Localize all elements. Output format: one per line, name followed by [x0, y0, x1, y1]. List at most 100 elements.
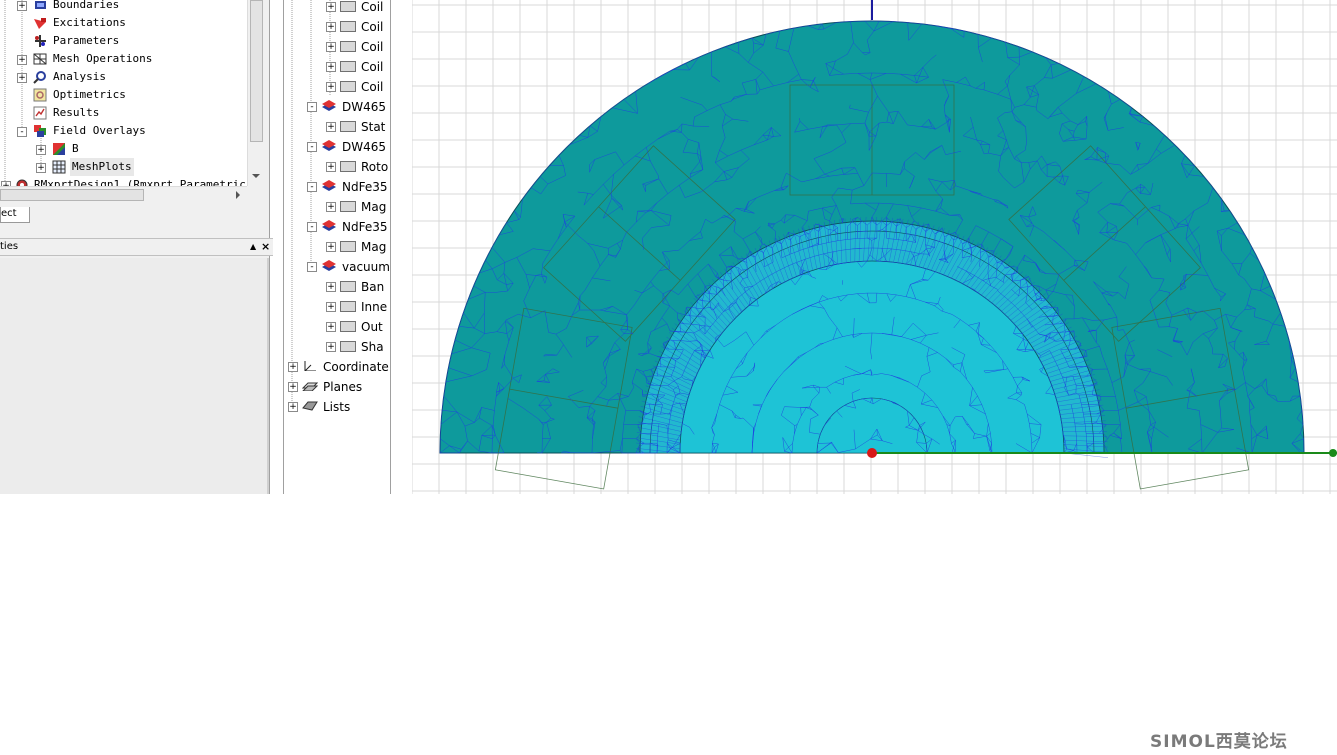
- model-tree-item[interactable]: + Coil: [284, 17, 390, 37]
- model-tree-item[interactable]: + Roto: [284, 157, 390, 177]
- tree-item-mesh-operations[interactable]: + Mesh Operations: [0, 50, 247, 68]
- expand-toggle[interactable]: +: [326, 162, 336, 172]
- expand-toggle[interactable]: +: [326, 302, 336, 312]
- model-tree-item[interactable]: + Coil: [284, 77, 390, 97]
- object-icon: [340, 1, 356, 12]
- object-icon: [340, 241, 356, 252]
- model-tree-label: Coil: [361, 20, 384, 34]
- scroll-right-icon[interactable]: [230, 187, 246, 203]
- model-tree-item[interactable]: + Ban: [284, 277, 390, 297]
- material-icon: [322, 180, 336, 191]
- object-icon: [340, 321, 356, 332]
- expand-toggle[interactable]: +: [326, 82, 336, 92]
- model-tree-label: Coil: [361, 60, 384, 74]
- collapse-toggle[interactable]: -: [307, 182, 317, 192]
- model-tree-label: DW465: [342, 140, 387, 154]
- properties-header: ties ▲ ×: [0, 238, 273, 256]
- expand-toggle[interactable]: +: [288, 362, 298, 372]
- tree-item-results[interactable]: Results: [0, 104, 247, 122]
- model-tree-item[interactable]: + Stat: [284, 117, 390, 137]
- model-tree-label: Sha: [361, 340, 384, 354]
- pin-arrow-icon[interactable]: ▲: [250, 239, 256, 255]
- collapse-toggle[interactable]: -: [307, 262, 317, 272]
- scroll-thumb[interactable]: [0, 189, 144, 201]
- expand-toggle[interactable]: +: [326, 282, 336, 292]
- vertical-scrollbar[interactable]: [247, 0, 264, 186]
- tree-item-field-overlays[interactable]: - Field Overlays: [0, 122, 247, 140]
- model-tree-item[interactable]: + Coil: [284, 57, 390, 77]
- x-axis-arrow-icon: [1329, 449, 1337, 457]
- model-tree-item[interactable]: + Planes: [284, 377, 390, 397]
- object-icon: [340, 121, 356, 132]
- project-tree[interactable]: + Boundaries Excitations Parameters + Me…: [0, 0, 247, 186]
- collapse-toggle[interactable]: -: [17, 127, 27, 137]
- expand-toggle[interactable]: +: [36, 163, 46, 173]
- material-icon: [322, 140, 336, 151]
- model-tree-item[interactable]: - NdFe35: [284, 217, 390, 237]
- model-tree-item[interactable]: + Mag: [284, 197, 390, 217]
- collapse-toggle[interactable]: -: [307, 102, 317, 112]
- expand-toggle[interactable]: +: [326, 42, 336, 52]
- expand-toggle[interactable]: +: [288, 402, 298, 412]
- model-tree-item[interactable]: + Out: [284, 317, 390, 337]
- tab-label: ect: [1, 208, 17, 219]
- tab-project[interactable]: ect: [0, 207, 30, 223]
- tree-item-rmxprt-design[interactable]: + RMxprtDesign1 (Rmxprt Parametric): [0, 176, 247, 186]
- model-tree-label: NdFe35: [342, 220, 388, 234]
- mesh-operations-icon: [33, 53, 47, 65]
- model-tree-label: Roto: [361, 160, 389, 174]
- material-icon: [322, 260, 336, 271]
- expand-toggle[interactable]: +: [326, 22, 336, 32]
- expand-toggle[interactable]: +: [326, 242, 336, 252]
- tree-item-label: Excitations: [53, 16, 126, 29]
- expand-toggle[interactable]: +: [326, 322, 336, 332]
- tree-item-parameters[interactable]: Parameters: [0, 32, 247, 50]
- tree-item-label: Results: [53, 106, 100, 119]
- tree-item-excitations[interactable]: Excitations: [0, 14, 247, 32]
- scroll-down-icon[interactable]: [248, 168, 264, 184]
- tree-item-boundaries[interactable]: + Boundaries: [0, 0, 247, 14]
- expand-toggle[interactable]: +: [36, 145, 46, 155]
- expand-toggle[interactable]: +: [326, 2, 336, 12]
- tree-item-label: Mesh Operations: [53, 52, 153, 65]
- properties-panel: [0, 258, 269, 494]
- expand-toggle[interactable]: +: [17, 1, 27, 11]
- model-tree-label: DW465: [342, 100, 387, 114]
- tree-item-b-plot[interactable]: + B: [0, 140, 247, 158]
- expand-toggle[interactable]: +: [288, 382, 298, 392]
- parameters-icon: [35, 35, 46, 47]
- collapse-toggle[interactable]: -: [307, 142, 317, 152]
- model-tree-item[interactable]: - NdFe35: [284, 177, 390, 197]
- model-tree-item[interactable]: + Inne: [284, 297, 390, 317]
- close-icon[interactable]: ×: [261, 239, 270, 255]
- model-tree-pane[interactable]: + Coil + Coil + Coil + Coil + Coil - DW465 + Stat - DW4…: [283, 0, 391, 494]
- model-tree-item[interactable]: + Mag: [284, 237, 390, 257]
- object-icon: [340, 281, 356, 292]
- expand-toggle[interactable]: +: [326, 202, 336, 212]
- expand-toggle[interactable]: +: [17, 55, 27, 65]
- collapse-toggle[interactable]: -: [307, 222, 317, 232]
- tree-item-optimetrics[interactable]: Optimetrics: [0, 86, 247, 104]
- scroll-thumb[interactable]: [250, 0, 263, 142]
- expand-toggle[interactable]: +: [326, 342, 336, 352]
- boundaries-icon: [35, 1, 46, 9]
- modeler-viewport[interactable]: [412, 0, 1337, 494]
- excitations-icon: [34, 18, 46, 29]
- model-tree-item[interactable]: + Coil: [284, 0, 390, 17]
- model-tree-item[interactable]: + Coordinate: [284, 357, 390, 377]
- tree-item-meshplots[interactable]: + MeshPlots: [0, 158, 247, 176]
- horizontal-scrollbar[interactable]: [0, 186, 247, 203]
- tree-item-label: Parameters: [53, 34, 120, 47]
- expand-toggle[interactable]: +: [326, 62, 336, 72]
- model-tree-item[interactable]: + Lists: [284, 397, 390, 417]
- model-tree-item[interactable]: - vacuum: [284, 257, 390, 277]
- model-tree-item[interactable]: - DW465: [284, 137, 390, 157]
- tree-item-analysis[interactable]: + Analysis: [0, 68, 247, 86]
- motor-mesh-plot[interactable]: [412, 0, 1337, 494]
- expand-toggle[interactable]: +: [17, 73, 27, 83]
- model-tree-item[interactable]: + Coil: [284, 37, 390, 57]
- expand-toggle[interactable]: +: [326, 122, 336, 132]
- model-tree-item[interactable]: + Sha: [284, 337, 390, 357]
- model-tree-item[interactable]: - DW465: [284, 97, 390, 117]
- tree-item-label: Field Overlays: [53, 124, 146, 137]
